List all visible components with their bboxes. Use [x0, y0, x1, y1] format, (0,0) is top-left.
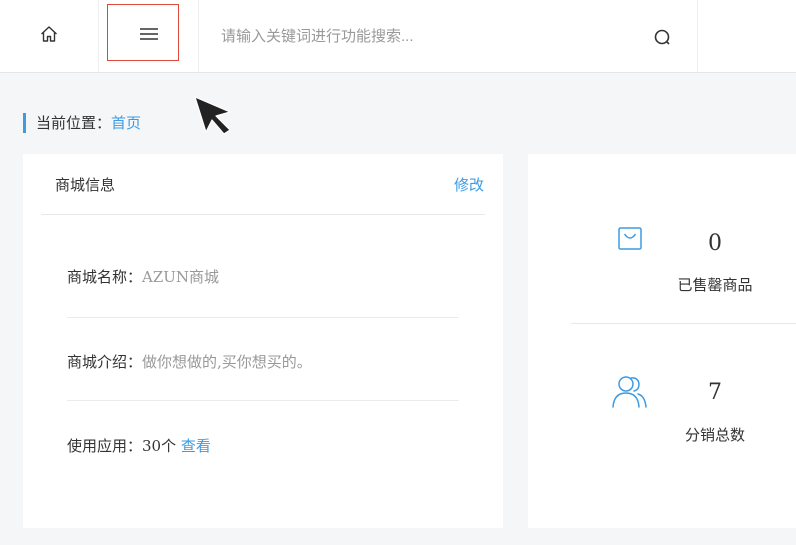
top-bar	[0, 0, 796, 73]
mall-intro-value: 做你想做的,买你想买的。	[142, 353, 312, 371]
mall-name-value: AZUN商城	[142, 268, 220, 286]
breadcrumb: 当前位置：首页	[23, 113, 141, 133]
apps-count: 30个	[142, 437, 177, 455]
shopping-bag-icon	[616, 224, 644, 256]
mall-intro-label: 商城介绍：	[67, 353, 143, 371]
row-divider	[67, 317, 459, 318]
distribution-label: 分销总数	[684, 426, 745, 444]
stats-divider	[571, 323, 796, 324]
distribution-count: 7	[708, 380, 722, 405]
sold-out-count: 0	[708, 231, 722, 256]
breadcrumb-home-link[interactable]: 首页	[111, 114, 141, 132]
mall-name-label: 商城名称：	[67, 268, 143, 286]
stats-card: 0 已售罄商品 7 分销总数	[528, 154, 796, 528]
mall-name-row: 商城名称：AZUN商城	[67, 266, 219, 287]
home-icon	[39, 24, 59, 48]
mall-info-card: 商城信息 修改 商城名称：AZUN商城 商城介绍：做你想做的,买你想买的。 使用…	[23, 154, 503, 528]
mouse-pointer-icon	[194, 96, 234, 140]
card-divider	[41, 214, 485, 215]
search-icon	[652, 29, 674, 52]
top-divider	[697, 0, 698, 72]
apps-row: 使用应用：30个 查看	[67, 435, 211, 456]
mall-info-title: 商城信息	[55, 176, 116, 194]
apps-label: 使用应用：	[67, 437, 143, 455]
mall-intro-row: 商城介绍：做你想做的,买你想买的。	[67, 351, 312, 372]
search-button[interactable]	[652, 26, 674, 48]
edit-link[interactable]: 修改	[454, 174, 484, 195]
menu-toggle-button[interactable]	[99, 0, 199, 72]
row-divider	[67, 400, 459, 401]
breadcrumb-prefix: 当前位置：	[36, 114, 112, 132]
users-icon	[610, 374, 650, 414]
sold-out-label: 已售罄商品	[677, 276, 753, 294]
home-button[interactable]	[0, 0, 99, 72]
search-input[interactable]	[221, 24, 641, 48]
view-apps-link[interactable]: 查看	[181, 437, 211, 455]
highlight-box	[107, 4, 179, 61]
